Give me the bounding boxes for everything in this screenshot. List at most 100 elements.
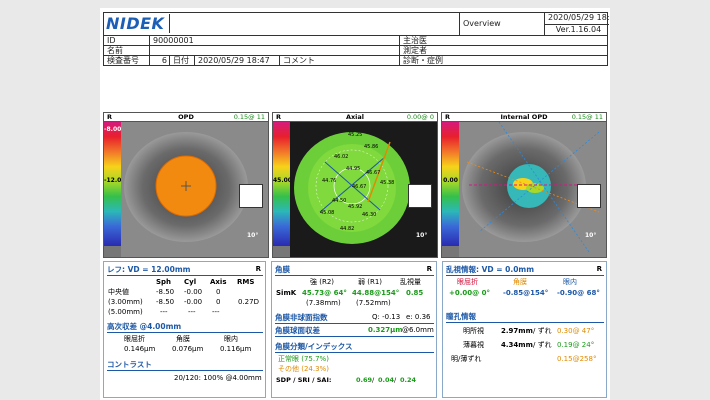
axial-point-label: 45.38 [380,180,394,186]
cornea-title: 角膜 [275,265,434,276]
doctor-label: 主治医 [399,36,439,45]
aberration-value: 0.327μm [368,326,403,334]
date-label: 日付 [169,56,194,66]
axial-map[interactable]: R Axial 0.00@ 0 45.00 45.25 45.86 46.02 44.… [272,112,438,258]
simk-strong-mm: (7.38mm) [306,299,341,307]
hoa-val-internal: 0.116μm [220,345,252,353]
id-value: 90000001 [149,36,399,45]
opd-color-scale: -8.00 -12.00 [104,122,126,246]
pupil-diff-value: 0.15@258° [557,355,597,363]
axial-point-label: 46.02 [334,154,348,160]
report-datetime: 2020/05/29 18:48 [544,13,609,24]
astig-val-cornea: -0.85@154° [503,289,549,297]
operator-label: 測定者 [399,46,439,55]
photopic-shift: 0.30@ 47° [557,327,595,335]
axial-point-label: 45.86 [364,144,378,150]
cornea-col-astig: 乱視量 [400,278,421,286]
opd-degree: 10° [247,232,259,239]
cornea-col-weak: 弱 (R1) [358,278,383,286]
row-5mm-label: (5.00mm) [108,308,143,316]
refraction-eye: R [255,265,261,273]
hoa-val-eye: 0.146μm [124,345,156,353]
overview-label: Overview [459,13,544,35]
astig-col-internal: 眼内 [563,278,577,286]
name-value [149,46,399,55]
axial-point-label: 46.30 [362,212,376,218]
internal-opd-map[interactable]: R Internal OPD 0.15@ 11 0.00 10° [441,112,607,258]
row-center-label: 中央値 [108,288,129,296]
astig-val-internal: -0.90@ 68° [557,289,600,297]
astig-eye: R [596,265,602,273]
contrast-value: 20/120: 100% @4.00mm [174,374,262,382]
col-sph: Sph [156,278,172,286]
pupil-title: 瞳孔情報 [446,312,604,323]
row-3mm-axis: 0 [216,298,221,306]
mesopic-label: 薄暮視 [463,341,484,349]
col-rms: RMS [237,278,255,286]
row-center-sph: -8.50 [156,288,175,296]
report-sheet: NIDEK Overview 2020/05/29 18:48 Ver.1.16… [100,8,610,400]
software-version: Ver.1.16.04 [544,24,609,35]
axial-value: 0.00@ 0 [406,113,434,121]
hoa-col-internal: 眼内 [224,335,238,343]
row-3mm-cyl: -0.00 [184,298,203,306]
simk-strong: 45.73@ 64° [302,289,347,297]
sdp-label: SDP / SRI / SAI: [276,376,332,384]
pupil-diff-label: 明/薄ずれ [451,355,482,363]
hoa-val-cornea: 0.076μm [172,345,204,353]
axial-point-label: 46.67 [366,170,380,176]
photopic-label: 明所視 [463,327,484,335]
exam-value: 6 [149,56,169,66]
row-3mm-label: (3.00mm) [108,298,143,306]
row-5mm-sph: --- [160,308,168,316]
id-label: ID [107,36,116,45]
astig-col-cornea: 角膜 [513,278,527,286]
class-other: その他 (24.3%) [278,365,329,373]
axial-point-label: 44.76 [322,178,336,184]
row-5mm-axis: --- [212,308,220,316]
cornea-panel: 角膜 R 強 (R2) 弱 (R1) 乱視量 SimK 45.73@ 64° 4… [271,261,437,398]
name-label: 名前 [107,46,123,55]
hoa-title: 高次収差 @4.00mm [107,322,263,333]
astigmatism-panel: 乱視情報: VD = 0.0mm R 眼屈折 角膜 眼内 +0.00@ 0° -… [442,261,607,398]
internal-mini-plot [577,184,601,208]
mesopic-shift-label: / ずれ [533,341,552,349]
axial-color-scale: 45.00 [273,122,292,246]
hoa-col-cornea: 角膜 [176,335,190,343]
exam-label: 検査番号 [107,56,139,65]
axial-scale-mid-label: 45.00 [273,177,292,184]
col-axis: Axis [210,278,227,286]
axial-point-label: 45.92 [348,204,362,210]
comment-label: コメント [279,56,399,66]
diagnosis-label: 診断・症例 [399,56,609,66]
axial-degree: 10° [416,232,428,239]
aberration-at: @6.0mm [402,326,434,334]
axial-point-label: 45.25 [348,132,362,138]
hoa-col-eye: 眼屈折 [124,335,145,343]
opd-mini-plot [239,184,263,208]
row-center-cyl: -0.00 [184,288,203,296]
opd-value: 0.15@ 11 [233,113,265,121]
asphericity-e: e: 0.36 [406,313,431,321]
row-5mm-cyl: --- [188,308,196,316]
axial-mini-plot [408,184,432,208]
opd-scale-mid-label: -12.00 [104,177,126,184]
astig-title: 乱視情報: VD = 0.0mm [446,265,604,276]
photopic-shift-label: / ずれ [533,327,552,335]
opd-map[interactable]: R OPD 0.15@ 11 -8.00 -12.00 10° [103,112,269,258]
cornea-col-strong: 強 (R2) [310,278,335,286]
classification-title: 角膜分類/インデックス [275,342,434,353]
contrast-title: コントラスト [107,360,263,371]
sai-value: 0.24 [400,376,417,384]
simk-label: SimK [276,289,297,297]
astig-val-eye: +0.00@ 0° [449,289,490,297]
axial-point-label: 44.50 [332,198,346,204]
opd-scale-top-label: -8.00 [104,126,122,133]
row-center-axis: 0 [216,288,221,296]
photopic-size: 2.97mm [501,327,533,335]
internal-degree: 10° [585,232,597,239]
axial-point-label: 46.67 [352,184,366,190]
refraction-panel: レフ: VD = 12.00mm R Sph Cyl Axis RMS 中央値 … [103,261,266,398]
cornea-eye: R [426,265,432,273]
sdp-value: 0.69 [356,376,373,384]
